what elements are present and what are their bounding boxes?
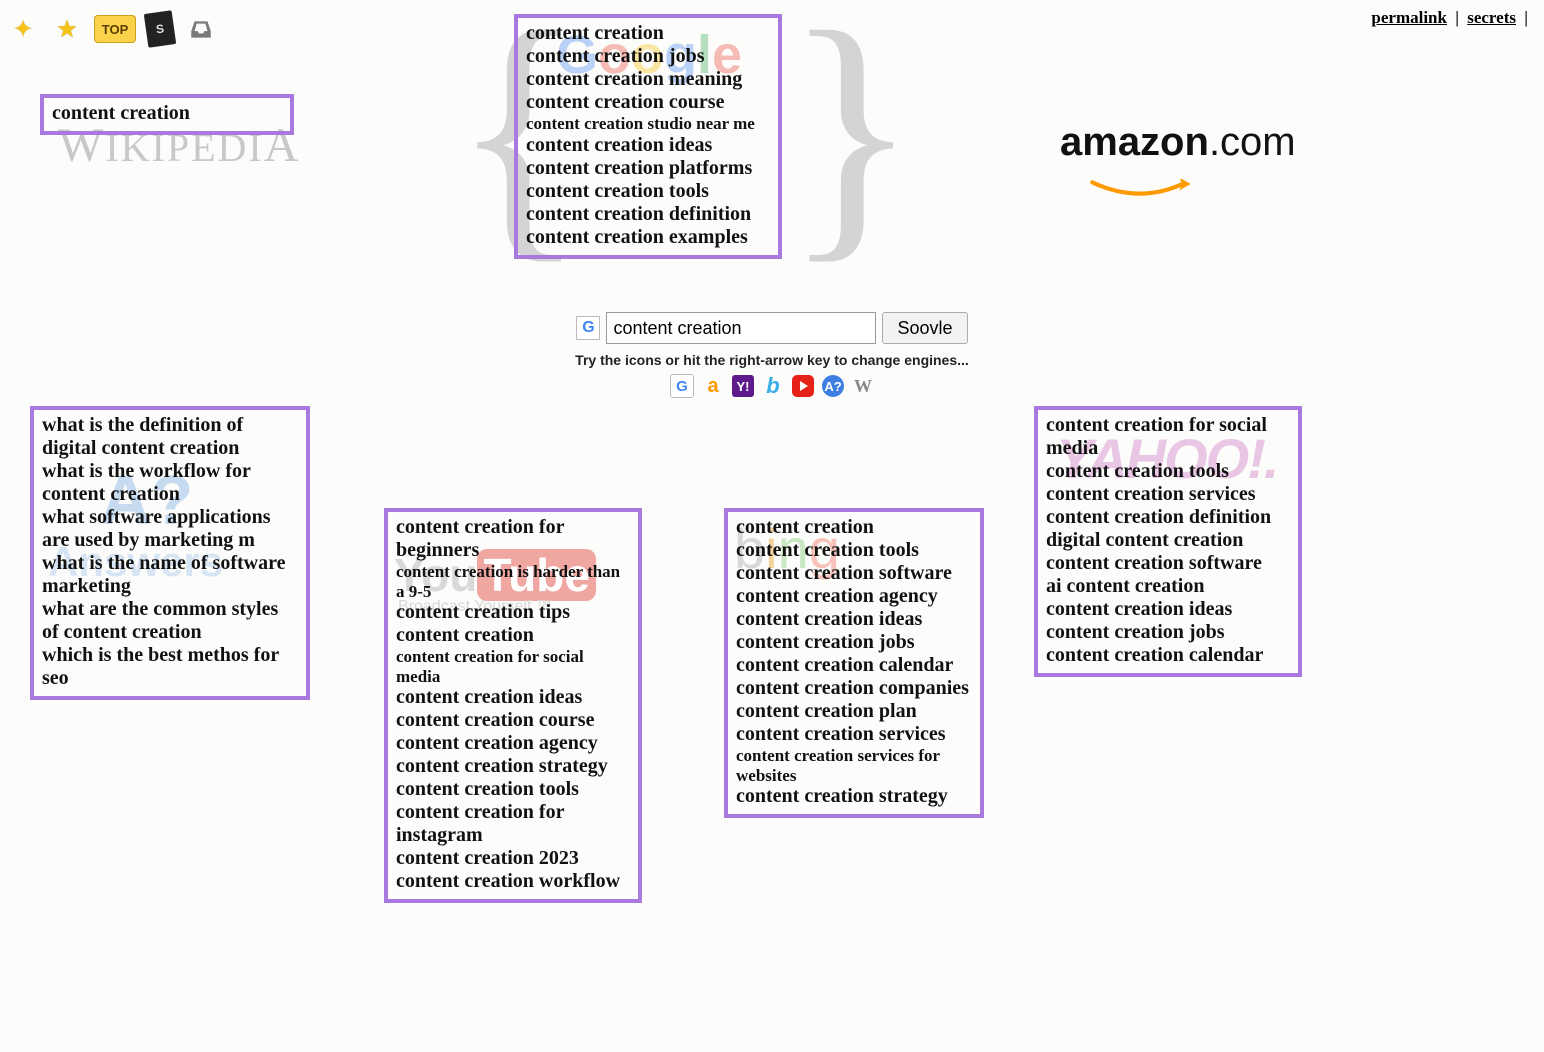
- top-links: permalink | secrets |: [1371, 8, 1532, 28]
- suggestion-item[interactable]: content creation tips: [396, 601, 630, 624]
- engine-yahoo-icon[interactable]: Y!: [732, 375, 754, 397]
- suggestion-item[interactable]: what is the workflow for content creatio…: [42, 460, 298, 506]
- suggestion-item[interactable]: content creation: [396, 624, 630, 647]
- suggestion-item[interactable]: what software applications are used by m…: [42, 506, 298, 552]
- suggestion-item[interactable]: content creation tools: [396, 778, 630, 801]
- google-suggestions: content creationcontent creation jobscon…: [514, 14, 782, 259]
- suggestion-item[interactable]: ai content creation: [1046, 575, 1290, 598]
- star-icon[interactable]: ★: [50, 12, 84, 46]
- suggestion-item[interactable]: content creation for social media: [1046, 414, 1290, 460]
- suggestion-item[interactable]: what is the definition of digital conten…: [42, 414, 298, 460]
- suggestion-item[interactable]: content creation ideas: [1046, 598, 1290, 621]
- suggestion-item[interactable]: content creation plan: [736, 700, 972, 723]
- suggestion-item[interactable]: content creation software: [1046, 552, 1290, 575]
- suggestion-item[interactable]: content creation jobs: [526, 45, 770, 68]
- secrets-link[interactable]: secrets: [1467, 8, 1516, 27]
- amazon-text: amazon: [1060, 120, 1209, 164]
- suggestion-item[interactable]: content creation calendar: [1046, 644, 1290, 667]
- suggestion-item[interactable]: content creation agency: [736, 585, 972, 608]
- wikipedia-suggestions: content creation: [40, 94, 294, 135]
- suggestion-item[interactable]: what is the name of software marketing: [42, 552, 298, 598]
- engine-youtube-icon[interactable]: [792, 375, 814, 397]
- suggestion-item[interactable]: content creation tools: [1046, 460, 1290, 483]
- suggestion-item[interactable]: content creation ideas: [396, 686, 630, 709]
- suggestion-item[interactable]: content creation course: [396, 709, 630, 732]
- separator: |: [1455, 8, 1459, 27]
- search-area: G Soovle Try the icons or hit the right-…: [0, 312, 1544, 398]
- suggestion-item[interactable]: content creation for social media: [396, 647, 630, 686]
- suggestion-item[interactable]: which is the best methos for seo: [42, 644, 298, 690]
- suggestion-item[interactable]: content creation companies: [736, 677, 972, 700]
- suggestion-item[interactable]: content creation: [526, 22, 770, 45]
- suggestion-item[interactable]: content creation services: [1046, 483, 1290, 506]
- suggestion-item[interactable]: content creation calendar: [736, 654, 972, 677]
- suggestion-item[interactable]: content creation course: [526, 91, 770, 114]
- youtube-suggestions: content creation for beginnerscontent cr…: [384, 508, 642, 903]
- suggestion-item[interactable]: content creation agency: [396, 732, 630, 755]
- soovle-button[interactable]: Soovle: [882, 312, 967, 344]
- current-engine-icon[interactable]: G: [576, 316, 600, 340]
- notebook-icon[interactable]: S: [144, 10, 176, 48]
- yahoo-suggestions: content creation for social mediacontent…: [1034, 406, 1302, 677]
- suggestion-item[interactable]: content creation is harder than a 9-5: [396, 562, 630, 601]
- suggestion-item[interactable]: content creation: [52, 102, 282, 125]
- amazon-dotcom: .com: [1209, 120, 1296, 164]
- search-input[interactable]: [606, 312, 876, 344]
- suggestion-item[interactable]: content creation for instagram: [396, 801, 630, 847]
- suggestion-item[interactable]: content creation workflow: [396, 870, 630, 893]
- suggestion-item[interactable]: digital content creation: [1046, 529, 1290, 552]
- engine-google-icon[interactable]: G: [670, 374, 694, 398]
- suggestion-item[interactable]: content creation ideas: [526, 134, 770, 157]
- suggestion-item[interactable]: content creation ideas: [736, 608, 972, 631]
- suggestion-item[interactable]: content creation services: [736, 723, 972, 746]
- bing-suggestions: content creationcontent creation toolsco…: [724, 508, 984, 818]
- suggestion-item[interactable]: content creation services for websites: [736, 746, 972, 785]
- engine-wikipedia-icon[interactable]: W: [852, 375, 874, 397]
- suggestion-item[interactable]: content creation studio near me: [526, 114, 770, 134]
- suggestion-item[interactable]: content creation for beginners: [396, 516, 630, 562]
- engine-answers-icon[interactable]: A?: [822, 375, 844, 397]
- suggestion-item[interactable]: what are the common styles of content cr…: [42, 598, 298, 644]
- engine-bing-icon[interactable]: b: [762, 375, 784, 397]
- permalink-link[interactable]: permalink: [1371, 8, 1447, 27]
- star-partial-icon[interactable]: ✦: [6, 12, 40, 46]
- suggestion-item[interactable]: content creation examples: [526, 226, 770, 249]
- suggestion-item[interactable]: content creation strategy: [736, 785, 972, 808]
- amazon-logo[interactable]: amazon.com: [1060, 120, 1296, 165]
- suggestion-item[interactable]: content creation software: [736, 562, 972, 585]
- suggestion-item[interactable]: content creation tools: [736, 539, 972, 562]
- engine-amazon-icon[interactable]: a: [702, 375, 724, 397]
- suggestion-item[interactable]: content creation: [736, 516, 972, 539]
- suggestion-item[interactable]: content creation meaning: [526, 68, 770, 91]
- suggestion-item[interactable]: content creation strategy: [396, 755, 630, 778]
- suggestion-item[interactable]: content creation platforms: [526, 157, 770, 180]
- engine-hint: Try the icons or hit the right-arrow key…: [0, 352, 1544, 368]
- suggestion-item[interactable]: content creation definition: [1046, 506, 1290, 529]
- right-brace-icon: }: [784, 0, 918, 270]
- answers-suggestions: what is the definition of digital conten…: [30, 406, 310, 700]
- separator: |: [1524, 8, 1528, 27]
- suggestion-item[interactable]: content creation jobs: [736, 631, 972, 654]
- toolbar: ✦ ★ TOP S: [6, 12, 218, 46]
- amazon-swoosh-icon: [1084, 164, 1194, 184]
- suggestion-item[interactable]: content creation definition: [526, 203, 770, 226]
- suggestion-item[interactable]: content creation tools: [526, 180, 770, 203]
- top-button[interactable]: TOP: [94, 15, 136, 43]
- engine-selector: G a Y! b A? W: [670, 374, 874, 398]
- inbox-icon[interactable]: [184, 12, 218, 46]
- suggestion-item[interactable]: content creation jobs: [1046, 621, 1290, 644]
- suggestion-item[interactable]: content creation 2023: [396, 847, 630, 870]
